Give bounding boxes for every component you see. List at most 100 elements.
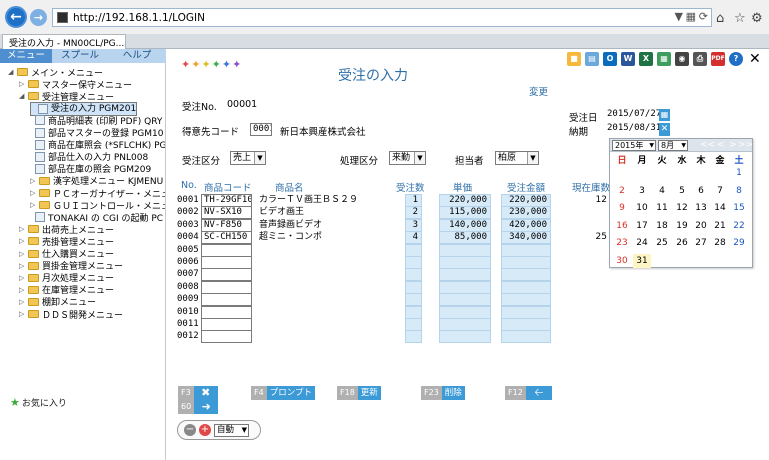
menu-folder[interactable]: ▷ ＤＤＳ開発メニュー — [19, 308, 123, 321]
unit-price-field[interactable] — [439, 280, 491, 294]
delivery-date-field[interactable]: 2015/08/31 — [607, 123, 659, 136]
expand-arrow-icon[interactable]: ▷ — [30, 177, 37, 185]
amount-field[interactable]: 340,000 — [501, 231, 551, 245]
palette-icon[interactable]: ■ — [567, 52, 581, 66]
unit-price-field[interactable] — [439, 268, 491, 282]
product-code-field[interactable] — [201, 256, 252, 269]
amount-field[interactable] — [501, 268, 551, 282]
calendar-day[interactable]: 17 — [633, 219, 651, 233]
qty-field[interactable]: 4 — [405, 231, 422, 245]
calendar-day[interactable]: 10 — [633, 201, 651, 215]
outlook-icon[interactable]: O — [603, 52, 617, 66]
calendar-day[interactable]: 2 — [613, 184, 631, 198]
expand-arrow-icon[interactable]: ▷ — [19, 286, 26, 294]
menu-folder[interactable]: ▷ 売掛管理メニュー — [19, 235, 114, 248]
word-icon[interactable]: W — [621, 52, 635, 66]
menu-folder[interactable]: ◢ 受注管理メニュー — [19, 90, 114, 103]
amount-field[interactable] — [501, 305, 551, 319]
tab-menu[interactable]: メニュー — [0, 49, 52, 63]
qty-field[interactable] — [405, 280, 422, 294]
calendar-close-icon[interactable]: ✕ — [659, 123, 670, 136]
url-field[interactable]: http://192.168.1.1/LOGIN ▼ ▦ ⟳ — [52, 8, 712, 27]
menu-folder[interactable]: ▷ 棚卸メニュー — [19, 296, 96, 308]
unit-price-field[interactable] — [439, 330, 491, 344]
next-month-button[interactable]: > — [729, 140, 737, 150]
calendar-day[interactable]: 6 — [692, 184, 710, 198]
refresh-icon[interactable]: ⟳ — [699, 10, 708, 23]
unit-price-field[interactable] — [439, 256, 491, 269]
calendar-day[interactable]: 11 — [653, 201, 671, 215]
amount-field[interactable]: 420,000 — [501, 218, 551, 232]
expand-arrow-icon[interactable]: ▷ — [19, 225, 26, 233]
product-code-field[interactable] — [201, 243, 252, 257]
menu-program[interactable]: 商品明細表 (印刷 PDF) QRY — [30, 114, 162, 127]
calendar-day[interactable]: 8 — [730, 184, 748, 198]
unit-price-field[interactable]: 220,000 — [439, 194, 491, 207]
calendar-icon[interactable]: ▦ — [659, 109, 670, 121]
close-form-icon[interactable]: ✕ — [749, 51, 761, 67]
menu-program[interactable]: TONAKAI の CGI の起動 PC — [30, 211, 163, 224]
unit-price-field[interactable] — [439, 305, 491, 319]
expand-arrow-icon[interactable]: ◢ — [8, 68, 15, 76]
calendar-day[interactable]: 1 — [730, 166, 748, 180]
menu-program[interactable]: 部品マスターの登録 PGM10 — [30, 127, 163, 139]
excel-icon[interactable]: X — [639, 52, 653, 66]
menu-folder[interactable]: ▷ マスター保守メニュー — [19, 78, 132, 91]
expand-arrow-icon[interactable]: ▷ — [19, 310, 26, 318]
forward-button[interactable]: → — [30, 9, 47, 26]
amount-field[interactable] — [501, 256, 551, 269]
browser-tab[interactable]: 受注の入力 - MN00CL/PG... ✕ — [2, 34, 126, 49]
expand-arrow-icon[interactable]: ▷ — [19, 80, 26, 88]
amount-field[interactable] — [501, 243, 551, 257]
settings-gear-icon[interactable]: ⚙ — [751, 11, 763, 26]
favorites-star-icon[interactable]: ☆ — [734, 11, 746, 26]
calendar-day[interactable]: 15 — [730, 201, 748, 215]
fk-f4[interactable]: F4 プロンプト — [251, 386, 315, 400]
expand-arrow-icon[interactable]: ◢ — [19, 92, 26, 100]
qty-field[interactable] — [405, 256, 422, 269]
back-button[interactable]: ← — [5, 6, 27, 28]
calendar-day[interactable]: 24 — [633, 236, 651, 250]
calendar-day[interactable]: 9 — [613, 201, 631, 215]
calendar-day[interactable]: 19 — [673, 219, 691, 233]
unit-price-field[interactable] — [439, 293, 491, 307]
calendar-day[interactable]: 16 — [613, 219, 631, 233]
order-type-select[interactable]: 売上 ▼ — [230, 151, 266, 165]
expand-arrow-icon[interactable]: ▷ — [19, 250, 26, 258]
order-date-field[interactable]: 2015/07/27 — [607, 109, 659, 122]
calendar-day[interactable]: 13 — [692, 201, 710, 215]
zoom-out-icon[interactable]: − — [184, 424, 196, 436]
calendar-day[interactable]: 4 — [653, 184, 671, 198]
calendar-day[interactable]: 21 — [711, 219, 729, 233]
fk-f3[interactable]: F3 ✖ — [178, 386, 218, 400]
unit-price-field[interactable] — [439, 318, 491, 331]
product-code-field[interactable] — [201, 318, 252, 331]
help-icon[interactable]: ? — [729, 52, 743, 66]
amount-field[interactable] — [501, 330, 551, 344]
favorites-item[interactable]: ★ お気に入り — [10, 396, 67, 409]
unit-price-field[interactable]: 115,000 — [439, 206, 491, 220]
next-year-button[interactable]: >> — [738, 140, 753, 150]
product-code-field[interactable] — [201, 330, 252, 344]
search-dropdown-icon[interactable]: ▼ — [675, 10, 683, 23]
prev-month-button[interactable]: < — [717, 140, 725, 150]
expand-arrow-icon[interactable]: ▷ — [19, 262, 26, 270]
prev-year-button[interactable]: << — [700, 140, 715, 150]
unit-price-field[interactable]: 85,000 — [439, 231, 491, 245]
expand-arrow-icon[interactable]: ▷ — [19, 274, 26, 282]
product-code-field[interactable]: TH-29GF10 — [201, 194, 252, 207]
zoom-in-icon[interactable]: + — [199, 424, 211, 436]
calendar-day[interactable]: 7 — [711, 184, 729, 198]
staff-select[interactable]: 柏原 ▼ — [495, 151, 539, 165]
menu-folder[interactable]: ▷ ＰＣオーガナイザー・メニュ — [30, 187, 165, 200]
document-icon[interactable]: ▤ — [585, 52, 599, 66]
process-type-select[interactable]: 来勤 ▼ — [389, 151, 426, 165]
expand-arrow-icon[interactable]: ▷ — [30, 189, 37, 197]
qty-field[interactable] — [405, 293, 422, 307]
customer-code-field[interactable]: 0001 — [250, 123, 272, 136]
calendar-day[interactable]: 26 — [673, 236, 691, 250]
menu-program[interactable]: 部品在庫の照会 PGM209 — [30, 163, 151, 175]
calendar-day[interactable]: 31 — [633, 253, 651, 268]
calendar-day[interactable]: 25 — [653, 236, 671, 250]
unit-price-field[interactable] — [439, 243, 491, 257]
